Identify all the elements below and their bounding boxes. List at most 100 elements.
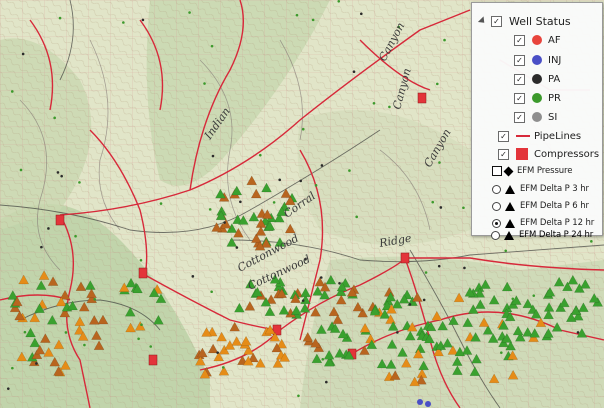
well-dot[interactable] <box>203 82 206 85</box>
well-dot[interactable] <box>532 294 536 297</box>
well-dot[interactable] <box>320 164 324 167</box>
well-dot[interactable] <box>439 206 443 209</box>
well-dot[interactable] <box>122 21 125 24</box>
well-dot[interactable] <box>437 264 441 268</box>
well-dot[interactable] <box>21 52 25 56</box>
well-dot[interactable] <box>511 297 515 301</box>
well-dot[interactable] <box>223 221 226 224</box>
well-dot[interactable] <box>141 18 145 22</box>
well-dot[interactable] <box>140 323 143 326</box>
legend-item-pipelines[interactable]: PipeLines <box>498 128 581 144</box>
legend-item-compressors[interactable]: Compressors <box>498 146 599 162</box>
well-dot[interactable] <box>438 161 441 164</box>
pipelines-checkbox[interactable] <box>498 130 509 142</box>
compressors-checkbox[interactable] <box>498 148 509 160</box>
radio-3hr[interactable] <box>492 184 501 194</box>
well-dot[interactable] <box>422 298 426 302</box>
well-dot[interactable] <box>239 200 242 204</box>
well-dot[interactable] <box>159 202 163 205</box>
compressor-marker[interactable] <box>138 267 148 279</box>
well-dot[interactable] <box>78 181 81 184</box>
well-dot[interactable] <box>210 290 213 294</box>
well-dot[interactable] <box>500 351 503 354</box>
well-dot[interactable] <box>314 184 318 187</box>
well-dot[interactable] <box>53 116 56 120</box>
well-dot[interactable] <box>299 179 303 183</box>
well-dot[interactable] <box>319 276 323 279</box>
well-dot[interactable] <box>211 154 215 158</box>
well-dot[interactable] <box>325 380 328 384</box>
well-dot[interactable] <box>83 343 86 347</box>
well-dot[interactable] <box>47 227 50 230</box>
well-dot[interactable] <box>149 345 153 348</box>
efm-option-3hr[interactable]: EFM Delta P 3 hr <box>492 181 589 197</box>
well-dot[interactable] <box>272 201 276 204</box>
well-status-checkbox[interactable] <box>491 15 502 27</box>
well-dot[interactable] <box>355 215 358 219</box>
well-dot[interactable] <box>93 297 97 301</box>
well-dot[interactable] <box>443 38 446 42</box>
well-dot[interactable] <box>463 266 466 270</box>
well-dot[interactable] <box>435 82 439 86</box>
well-dot[interactable] <box>301 299 305 302</box>
well-dot[interactable] <box>424 271 428 274</box>
well-dot[interactable] <box>338 281 341 285</box>
well-dot[interactable] <box>348 169 351 172</box>
legend-item-efm-pressure[interactable]: EFM Pressure <box>492 163 573 179</box>
well-dot[interactable] <box>23 330 27 334</box>
well-dot[interactable] <box>56 171 60 174</box>
well-dot[interactable] <box>337 0 341 3</box>
well-dot[interactable] <box>431 200 435 204</box>
legend-item-si[interactable]: SI <box>514 109 557 125</box>
well-dot[interactable] <box>64 331 68 334</box>
af-checkbox[interactable] <box>514 34 525 46</box>
well-dot[interactable] <box>19 168 23 172</box>
legend-header[interactable]: Well Status <box>477 13 571 29</box>
efm-option-24hr[interactable]: EFM Delta P 24 hr <box>491 227 593 243</box>
radio-24hr[interactable] <box>491 230 500 240</box>
well-dot[interactable] <box>258 153 262 157</box>
well-dot[interactable] <box>419 348 422 352</box>
well-dot[interactable] <box>35 362 38 365</box>
well-dot[interactable] <box>372 101 376 105</box>
injection-well-marker[interactable] <box>425 401 431 407</box>
well-dot[interactable] <box>301 127 305 131</box>
well-dot[interactable] <box>188 11 191 14</box>
pr-checkbox[interactable] <box>514 92 525 104</box>
well-dot[interactable] <box>11 366 14 370</box>
well-dot[interactable] <box>221 366 225 369</box>
compressor-marker[interactable] <box>417 92 427 104</box>
well-dot[interactable] <box>297 394 300 398</box>
well-dot[interactable] <box>58 16 62 20</box>
well-dot[interactable] <box>235 246 239 249</box>
efm-pressure-checkbox[interactable] <box>492 166 502 176</box>
collapse-arrow-icon[interactable] <box>477 16 488 26</box>
pa-checkbox[interactable] <box>514 73 525 85</box>
well-dot[interactable] <box>208 208 212 211</box>
well-dot[interactable] <box>408 303 412 306</box>
well-dot[interactable] <box>462 206 465 210</box>
compressor-marker[interactable] <box>400 252 410 264</box>
well-dot[interactable] <box>74 234 77 238</box>
inj-checkbox[interactable] <box>514 54 525 66</box>
well-dot[interactable] <box>40 245 43 249</box>
si-checkbox[interactable] <box>514 111 525 123</box>
well-dot[interactable] <box>139 258 143 262</box>
compressor-marker[interactable] <box>55 214 65 226</box>
well-dot[interactable] <box>359 12 363 16</box>
well-dot[interactable] <box>311 18 315 22</box>
well-dot[interactable] <box>295 13 299 17</box>
well-dot[interactable] <box>137 337 140 341</box>
well-dot[interactable] <box>396 331 399 334</box>
legend-item-inj[interactable]: INJ <box>514 52 561 68</box>
well-dot[interactable] <box>60 174 63 178</box>
radio-6hr[interactable] <box>492 201 501 211</box>
efm-option-6hr[interactable]: EFM Delta P 6 hr <box>492 198 589 214</box>
well-dot[interactable] <box>191 275 195 278</box>
compressor-marker[interactable] <box>148 354 158 366</box>
well-dot[interactable] <box>6 387 10 390</box>
well-dot[interactable] <box>278 178 282 182</box>
well-dot[interactable] <box>10 90 14 93</box>
well-dot[interactable] <box>210 44 214 48</box>
legend-item-af[interactable]: AF <box>514 32 561 48</box>
